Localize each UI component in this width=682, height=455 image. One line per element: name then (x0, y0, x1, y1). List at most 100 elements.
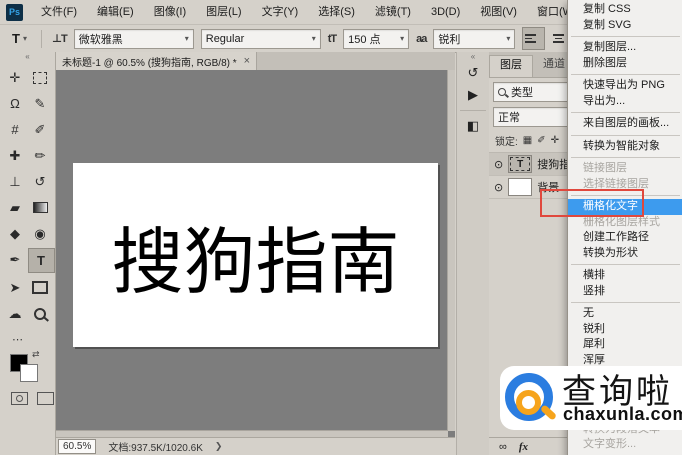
blur-tool[interactable]: ◆ (3, 222, 28, 245)
canvas-workspace[interactable]: 搜狗指南 (56, 70, 455, 438)
brush-tool[interactable]: ✏ (28, 144, 53, 167)
pen-tool[interactable]: ✒ (3, 248, 28, 271)
menu-select[interactable]: 选择(S) (308, 0, 365, 24)
toolbar-collapse-icon[interactable]: « (0, 52, 55, 62)
menu-item-convert-to-shape[interactable]: 转换为形状 (568, 246, 682, 262)
gradient-tool[interactable] (28, 196, 53, 219)
spot-healing-brush-tool[interactable]: ✚ (3, 144, 28, 167)
type-tool[interactable]: T (27, 248, 55, 273)
menu-view[interactable]: 视图(V) (470, 0, 527, 24)
menu-item-aa-none[interactable]: 无 (568, 306, 682, 322)
background-layer-thumbnail[interactable] (508, 178, 533, 196)
menu-3d[interactable]: 3D(D) (421, 0, 470, 24)
screen-mode-button[interactable] (37, 392, 54, 405)
marquee-icon (33, 71, 47, 84)
vertical-scrollbar[interactable] (447, 70, 455, 431)
dodge-tool[interactable]: ◉ (28, 222, 53, 245)
tool-preset-button[interactable]: T ▾ (8, 30, 31, 47)
hand-icon: ☁ (8, 305, 22, 321)
font-family-value: 微软雅黑 (78, 33, 123, 46)
quick-mask-icon (16, 395, 23, 402)
path-selection-tool[interactable]: ➤ (3, 276, 28, 299)
rectangle-tool[interactable] (28, 276, 53, 299)
rectangular-marquee-tool[interactable] (28, 66, 53, 89)
pen-icon: ✒ (9, 251, 21, 267)
panel-collapse-icon[interactable]: « (457, 52, 489, 62)
menu-item-delete-layer[interactable]: 删除图层 (568, 56, 682, 72)
annotation-highlight-box (540, 189, 644, 217)
background-color-swatch[interactable] (20, 364, 38, 382)
swap-colors-icon[interactable]: ⇄ (32, 349, 40, 360)
eraser-tool[interactable]: ▰ (3, 196, 28, 219)
actions-panel-icon[interactable]: ▶ (457, 84, 489, 106)
menu-file[interactable]: 文件(F) (31, 0, 87, 24)
hand-tool[interactable]: ☁ (3, 302, 28, 325)
menu-item-vertical[interactable]: 竖排 (568, 284, 682, 300)
lock-transparency-icon[interactable]: ▦ (523, 135, 532, 146)
chevron-down-icon: ▾ (184, 34, 189, 43)
eraser-icon: ▰ (10, 199, 20, 215)
close-icon[interactable]: × (244, 55, 250, 67)
crop-icon: # (11, 122, 19, 137)
font-size-select[interactable]: 150 点 ▾ (343, 28, 410, 49)
divider (40, 29, 42, 48)
eyedropper-tool[interactable]: ✐ (28, 118, 53, 141)
status-bar: 60.5% 文档:937.5K/1020.6K ❯ (56, 437, 455, 455)
text-layer-thumbnail[interactable]: T (508, 155, 533, 173)
font-family-select[interactable]: 微软雅黑 ▾ (73, 28, 194, 49)
clone-stamp-icon: ⊥ (9, 173, 21, 189)
zoom-tool[interactable] (28, 302, 53, 325)
edit-toolbar-button[interactable]: ⋯ (12, 333, 55, 346)
menu-image[interactable]: 图像(I) (144, 0, 196, 24)
menu-item-export-as[interactable]: 导出为... (568, 94, 682, 110)
text-orientation-toggle[interactable]: ⊥T (52, 32, 68, 45)
crop-tool[interactable]: # (3, 118, 28, 141)
align-left-button[interactable] (522, 27, 546, 50)
menu-layer[interactable]: 图层(L) (196, 0, 251, 24)
photoshop-logo-icon: Ps (6, 3, 23, 21)
history-panel-icon[interactable]: ↺ (457, 62, 489, 84)
lock-pixels-icon[interactable]: ✐ (537, 135, 545, 146)
layer-style-fx-icon[interactable]: fx (519, 441, 528, 453)
context-menu-separator (568, 71, 682, 78)
lock-label: 锁定: (495, 137, 518, 148)
menu-filter[interactable]: 滤镜(T) (365, 0, 421, 24)
menu-item-copy-css[interactable]: 复制 CSS (568, 2, 682, 18)
link-layers-icon[interactable]: ∞ (499, 441, 507, 453)
status-expand-icon[interactable]: ❯ (215, 441, 223, 452)
menu-type[interactable]: 文字(Y) (252, 0, 309, 24)
dodge-icon: ◉ (34, 225, 46, 241)
history-brush-tool[interactable]: ↺ (28, 170, 53, 193)
visibility-eye-icon[interactable]: ⊙ (494, 158, 503, 171)
menu-item-copy-svg[interactable]: 复制 SVG (568, 18, 682, 34)
search-icon (498, 88, 506, 96)
menu-item-duplicate-layer[interactable]: 复制图层... (568, 40, 682, 56)
quick-mask-button[interactable] (11, 392, 28, 405)
move-tool[interactable]: ✛ (3, 66, 28, 89)
document-tab[interactable]: 未标题-1 @ 60.5% (搜狗指南, RGB/8) * × (56, 52, 258, 70)
menu-item-quick-export-png[interactable]: 快速导出为 PNG (568, 78, 682, 94)
tab-layers[interactable]: 图层 (489, 55, 533, 77)
menu-item-horizontal[interactable]: 横排 (568, 268, 682, 284)
font-style-select[interactable]: Regular ▾ (200, 28, 321, 49)
document-canvas[interactable]: 搜狗指南 (73, 163, 438, 347)
menu-item-aa-crisp[interactable]: 犀利 (568, 337, 682, 353)
clone-stamp-tool[interactable]: ⊥ (3, 170, 28, 193)
menu-item-artboard-from-layers[interactable]: 来自图层的画板... (568, 116, 682, 132)
visibility-eye-icon[interactable]: ⊙ (494, 181, 503, 194)
chevron-down-icon: ▾ (311, 34, 316, 43)
lasso-tool[interactable]: Ω (3, 92, 28, 115)
layer-filter-value: 类型 (511, 87, 533, 99)
properties-panel-icon[interactable]: ◧ (457, 115, 489, 137)
quick-selection-tool[interactable]: ✎ (28, 92, 53, 115)
menu-edit[interactable]: 编辑(E) (87, 0, 144, 24)
zoom-level-field[interactable]: 60.5% (58, 439, 97, 454)
menu-item-create-work-path[interactable]: 创建工作路径 (568, 230, 682, 246)
menu-item-convert-to-smart-object[interactable]: 转换为智能对象 (568, 139, 682, 155)
menu-item-aa-sharp[interactable]: 锐利 (568, 322, 682, 338)
context-menu-separator (568, 261, 682, 268)
divider (460, 110, 486, 111)
lock-position-icon[interactable]: ✛ (551, 135, 559, 146)
anti-alias-select[interactable]: 锐利 ▾ (433, 28, 516, 49)
history-brush-icon: ↺ (34, 173, 46, 189)
